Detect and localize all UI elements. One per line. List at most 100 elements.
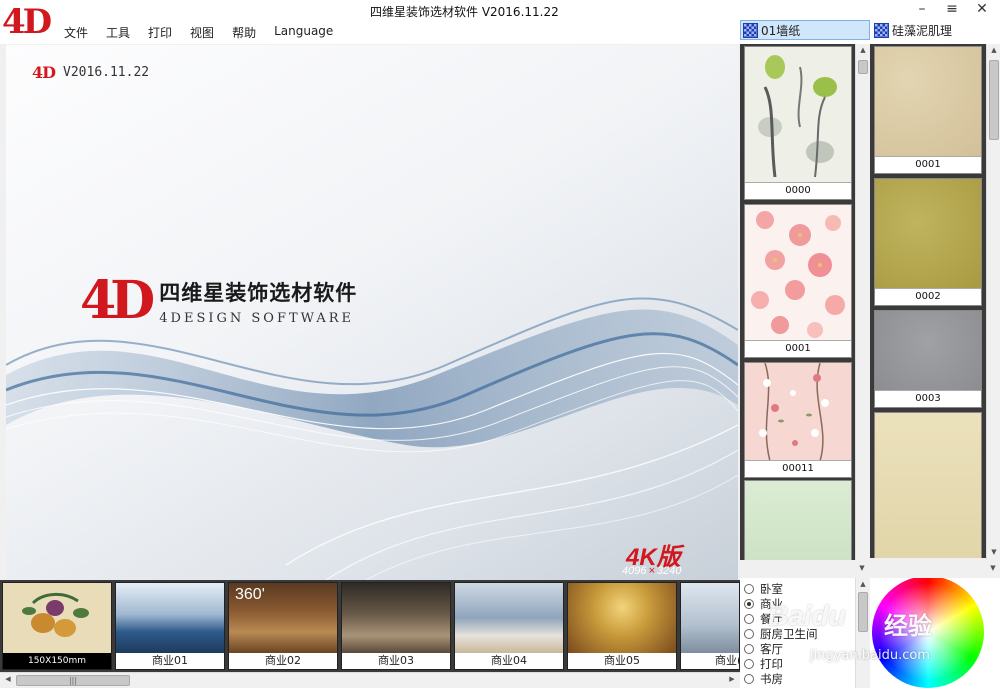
menu-tools[interactable]: 工具 [106,24,130,41]
menu-icon[interactable]: ≡ [946,1,958,17]
wallpaper-scroll-end: ▼ [855,560,869,576]
brand-block: 4D 四维星装饰选材软件 4DESIGN SOFTWARE [80,273,357,329]
window-title: 四维星装饰选材软件 V2016.11.22 [370,5,559,19]
texture-swatch-list: 0001 0002 0003 [870,44,986,558]
wallpaper-swatch[interactable] [744,480,852,560]
scene-strip: 150X150mm 商业01 360' 商业02 商业03 商业04 商业05 … [0,580,740,672]
swatch-image [875,47,981,157]
brand-logo: 4D [80,270,155,331]
wallpaper-swatch[interactable]: 0001 [744,204,852,358]
scene-label: 商业01 [152,654,188,667]
scroll-down-icon[interactable]: ▼ [987,546,1000,558]
wallpaper-swatch[interactable]: 00011 [744,362,852,478]
radio-icon [744,584,754,594]
version-text: V2016.11.22 [63,65,150,80]
res-times: × [648,565,655,577]
scene-label: 商业02 [265,654,301,667]
tab-label: 01墙纸 [761,23,801,38]
scene-thumb[interactable]: 商业04 [454,582,564,670]
window-controls: – ≡ ✕ [916,1,988,17]
mini-logo: 4D [32,63,56,82]
scene-image [3,583,111,653]
category-tabs: 01墙纸 硅藻泥肌理 [740,20,1000,42]
texture-scrollbar[interactable]: ▲ ▼ [986,44,1000,560]
radio-label: 打印 [760,657,783,671]
res-height: 3240 [656,565,682,577]
scene-thumb[interactable]: 商业03 [341,582,451,670]
radio-living[interactable]: 客厅 [744,641,783,657]
scene-label: 商业( [715,654,740,667]
scene-image: 360' [229,583,337,653]
res-width: 4096 [622,565,647,577]
radio-icon [744,644,754,654]
texture-scroll-end: ▼ [986,560,1000,576]
tab-diatom-mud[interactable]: 硅藻泥肌理 [872,20,992,40]
radio-label: 卧室 [760,582,783,596]
scene-image [455,583,563,653]
radio-bedroom[interactable]: 卧室 [744,581,783,597]
scroll-left-icon[interactable]: ◀ [2,675,14,683]
scroll-down-icon[interactable]: ▼ [855,562,869,574]
pattern-icon [874,22,889,38]
scrollbar-thumb[interactable] [858,592,868,632]
radio-study[interactable]: 书房 [744,671,783,687]
swatch-image [875,179,981,289]
watermark-url: jingyan.baidu.com [810,648,930,663]
scroll-up-icon[interactable]: ▲ [987,44,1000,56]
tab-wallpaper[interactable]: 01墙纸 [740,20,870,40]
minimize-icon[interactable]: – [916,1,928,17]
menu-file[interactable]: 文件 [64,24,88,41]
swatch-image [745,481,851,560]
scroll-up-icon[interactable]: ▲ [856,44,870,56]
swatch-label: 0003 [915,393,941,404]
swatch-image [745,205,851,341]
watermark-brand: Baidu [768,600,846,631]
product-name-en: 4DESIGN SOFTWARE [159,310,355,326]
radio-icon [744,614,754,624]
swatch-label: 00011 [782,463,814,474]
scene-image [568,583,676,653]
radio-icon [744,659,754,669]
scrollbar-thumb[interactable] [858,60,868,74]
scene-thumb-sample[interactable]: 150X150mm [2,582,112,670]
texture-swatch[interactable]: 0001 [874,46,982,174]
app-logo: 4D [2,2,52,42]
scene-thumb[interactable]: 商业( [680,582,740,670]
texture-swatch[interactable] [874,412,982,558]
wallpaper-scrollbar[interactable]: ▲ [855,44,869,560]
scroll-down-icon[interactable]: ▼ [986,562,1000,574]
swatch-image [745,363,851,461]
scene-image [342,583,450,653]
close-icon[interactable]: ✕ [976,1,988,17]
swatch-label: 0001 [915,159,941,170]
scroll-up-icon[interactable]: ▲ [856,578,870,590]
scene-label: 商业04 [491,654,527,667]
radio-label: 客厅 [760,642,783,656]
scene-label: 150X150mm [3,653,111,669]
menu-print[interactable]: 打印 [148,24,172,41]
scrollbar-thumb[interactable]: ||| [16,675,130,686]
menu-help[interactable]: 帮助 [232,24,256,41]
radio-selected-icon [744,599,754,609]
menu-language[interactable]: Language [274,24,333,41]
version-line: 4D V2016.11.22 [32,63,149,82]
360-badge: 360' [235,586,265,603]
scene-thumb[interactable]: 商业01 [115,582,225,670]
scene-label: 商业05 [604,654,640,667]
texture-swatch[interactable]: 0002 [874,178,982,306]
scene-thumb[interactable]: 商业05 [567,582,677,670]
radio-icon [744,674,754,684]
texture-swatch[interactable]: 0003 [874,310,982,408]
wallpaper-swatch[interactable]: 0000 [744,46,852,200]
scrollbar-thumb[interactable] [989,60,999,140]
wallpaper-swatch-list: 0000 0001 00011 [740,44,856,560]
radio-print[interactable]: 打印 [744,656,783,672]
scroll-right-icon[interactable]: ▶ [726,675,738,683]
swatch-label: 0001 [785,343,811,354]
menu-view[interactable]: 视图 [190,24,214,41]
scene-scrollbar[interactable]: ◀ ||| ▶ [0,672,740,688]
room-type-scrollbar[interactable]: ▲ [855,578,869,688]
scene-thumb[interactable]: 360' 商业02 [228,582,338,670]
scene-image [116,583,224,653]
splash-screen: 4D V2016.11.22 4D 四维星装饰选材软件 4DESIGN SOFT… [6,45,738,580]
